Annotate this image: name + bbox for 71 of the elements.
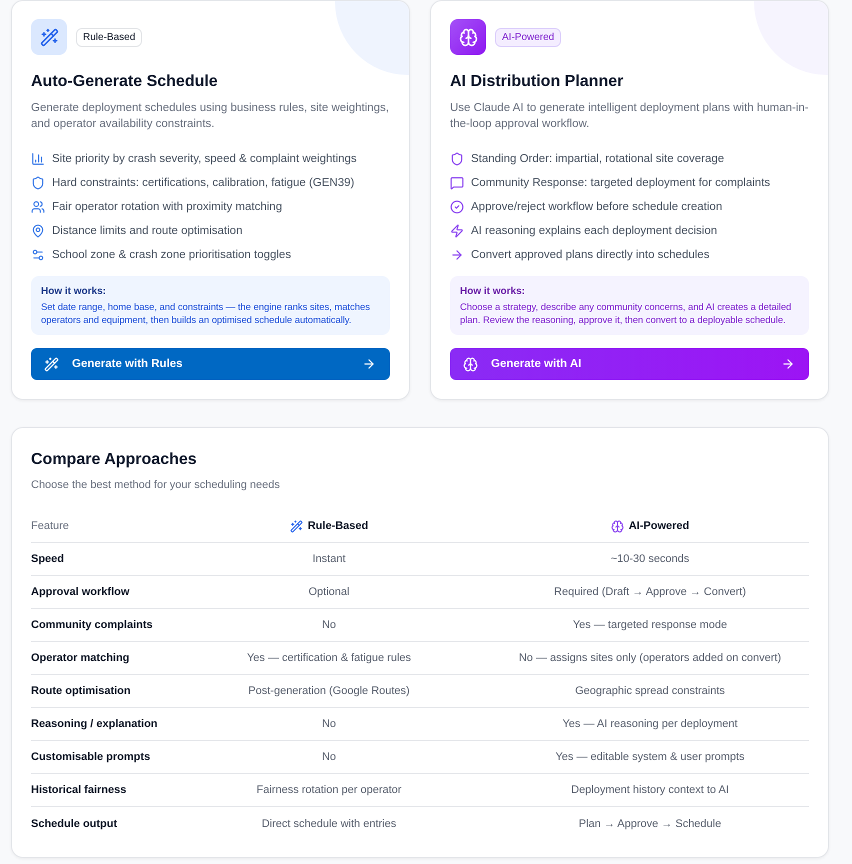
table-cell: Yes — certification & fatigue rules bbox=[246, 652, 412, 664]
info-text: Choose a strategy, describe any community concerns, and AI creates a detailed plan. Review the reasoning, approve it, then convert to a deployable schedule. bbox=[460, 301, 792, 327]
feature-text: Convert approved plans directly into schedules bbox=[471, 249, 710, 261]
feature-text: Hard constraints: certifications, calibration, fatigue (GEN39) bbox=[52, 177, 354, 189]
info-text: Set date range, home base, and constraints — the engine ranks sites, matches operators and equipment, then builds an optimised schedule automatically. bbox=[41, 301, 371, 327]
table-cell: Required (Draft → Approve → Convert) bbox=[554, 586, 746, 598]
map-pin-icon bbox=[31, 224, 45, 238]
table-cell: Yes — editable system & user prompts bbox=[555, 751, 745, 763]
feature-text: Site priority by crash severity, speed & complaint weightings bbox=[52, 153, 357, 165]
table-cell: No — assigns sites only (operators added on convert) bbox=[518, 652, 782, 664]
row-label: Speed bbox=[31, 553, 64, 565]
row-label: Schedule output bbox=[31, 818, 118, 830]
table-cell: Post-generation (Google Routes) bbox=[248, 685, 410, 697]
method-badge: Rule-Based bbox=[76, 28, 142, 46]
row-label: Operator matching bbox=[31, 652, 130, 664]
magic-wand-icon bbox=[290, 520, 303, 532]
lightning-icon bbox=[450, 224, 464, 238]
table-cell: Deployment history context to AI bbox=[571, 784, 729, 796]
table-cell: Yes — targeted response mode bbox=[572, 619, 728, 631]
table-cell: No bbox=[322, 751, 336, 763]
feature-text: Standing Order: impartial, rotational site coverage bbox=[471, 153, 724, 165]
feature-text: Distance limits and route optimisation bbox=[52, 225, 242, 237]
card-title: AI Distribution Planner bbox=[450, 72, 624, 92]
brain-icon bbox=[610, 520, 624, 532]
table-cell: No bbox=[322, 718, 336, 730]
row-label: Historical fairness bbox=[31, 784, 126, 796]
row-label: Approval workflow bbox=[31, 586, 130, 598]
table-cell: Optional bbox=[308, 586, 350, 598]
feature-text: AI reasoning explains each deployment decision bbox=[471, 225, 718, 237]
card-description: Use Claude AI to generate intelligent deployment plans with human-in-the-loop approval workflow. bbox=[450, 101, 809, 132]
info-heading: How it works: bbox=[41, 285, 108, 299]
method-badge: AI-Powered bbox=[495, 28, 562, 46]
table-cell: Instant bbox=[312, 553, 346, 565]
users-icon bbox=[31, 200, 45, 214]
brain-icon bbox=[463, 356, 478, 372]
feature-text: School zone & crash zone prioritisation toggles bbox=[52, 249, 292, 261]
bar-chart-icon bbox=[31, 152, 45, 166]
table-cell: Fairness rotation per operator bbox=[256, 784, 402, 796]
column-header: Rule-Based bbox=[308, 520, 368, 532]
card-title: Auto-Generate Schedule bbox=[31, 72, 219, 92]
generate-button[interactable]: Generate with AI bbox=[450, 348, 809, 380]
table-cell: No bbox=[322, 619, 336, 631]
arrow-right-icon bbox=[781, 357, 795, 371]
table-cell: Plan → Approve → Schedule bbox=[578, 818, 722, 830]
info-heading: How it works: bbox=[460, 285, 526, 299]
feature-text: Fair operator rotation with proximity matching bbox=[52, 201, 282, 213]
card-description: Generate deployment schedules using business rules, site weightings, and operator availability constraints. bbox=[31, 101, 390, 132]
table-cell: Direct schedule with entries bbox=[262, 818, 396, 830]
table-cell: Yes — AI reasoning per deployment bbox=[562, 718, 738, 730]
row-label: Route optimisation bbox=[31, 685, 131, 697]
magic-wand-icon bbox=[31, 19, 67, 55]
check-circle-icon bbox=[450, 200, 464, 214]
section-title: Compare Approaches bbox=[31, 450, 198, 470]
feature-text: Approve/reject workflow before schedule creation bbox=[471, 201, 722, 213]
column-header: Feature bbox=[31, 520, 69, 532]
generate-button[interactable]: Generate with Rules bbox=[31, 348, 390, 380]
row-label: Reasoning / explanation bbox=[31, 718, 158, 730]
sliders-icon bbox=[31, 248, 45, 262]
table-cell: Geographic spread constraints bbox=[575, 685, 725, 697]
section-subtitle: Choose the best method for your scheduling needs bbox=[31, 478, 281, 492]
feature-text: Community Response: targeted deployment for complaints bbox=[471, 177, 770, 189]
table-cell: ~10-30 seconds bbox=[610, 553, 690, 565]
row-label: Community complaints bbox=[31, 619, 153, 631]
row-label: Customisable prompts bbox=[31, 751, 150, 763]
shield-icon bbox=[450, 152, 464, 166]
chat-bubble-icon bbox=[450, 176, 464, 190]
brain-icon bbox=[450, 19, 486, 55]
column-header: AI-Powered bbox=[628, 520, 690, 532]
shield-icon bbox=[31, 176, 45, 190]
magic-wand-icon bbox=[44, 356, 59, 372]
arrow-right-icon bbox=[362, 357, 376, 371]
